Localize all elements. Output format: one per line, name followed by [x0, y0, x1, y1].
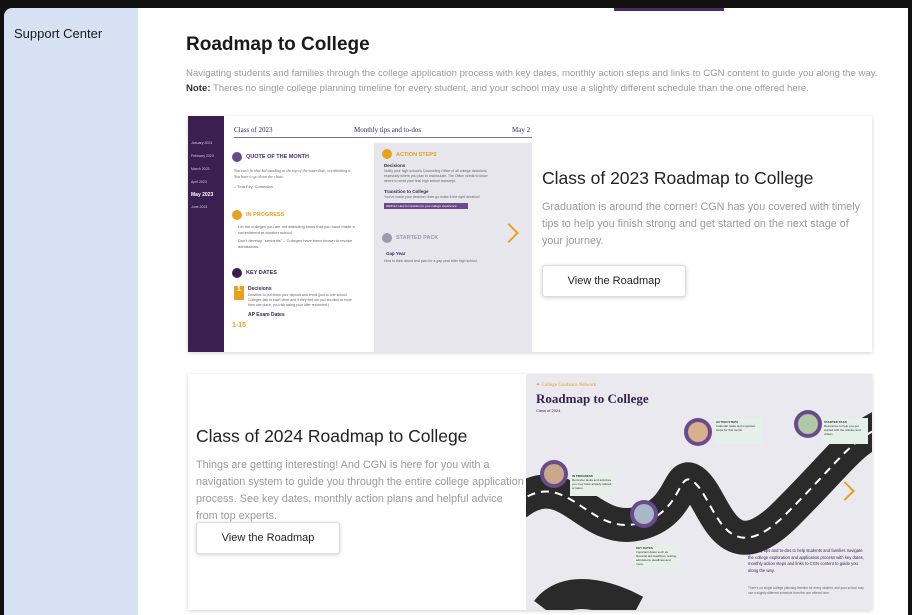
thumb-month: March 2023 — [191, 167, 210, 171]
pin-card-progress: IN PROGRESS Reminder tasks and activities… — [570, 472, 616, 496]
page-title: Roadmap to College — [186, 34, 370, 55]
thumb-header-right: May 2 — [512, 126, 531, 134]
pin-text: Reminder tasks and activities you may ha… — [572, 478, 612, 490]
thumb-keydates-head: KEY DATES — [246, 270, 277, 276]
roadmap-card-2024: Class of 2024 Roadmap to College Things … — [188, 374, 872, 610]
pin-card-starter: STARTER PACK Resources to help you get st… — [822, 418, 868, 444]
card-desc-2024: Things are getting interesting! And CGN … — [196, 459, 524, 522]
thumb-action2-text: You've made your decision, then go make … — [384, 195, 480, 199]
app-window: Support Center Roadmap to College Naviga… — [0, 0, 912, 615]
pin-card-action: ACTION STEPS Calendar tasks and important… — [714, 418, 762, 444]
starter-pack-icon — [382, 233, 392, 243]
roadmap-card-2023: January 2023 February 2023 March 2023 Ap… — [188, 116, 872, 352]
thumb-starter-head: STARTED PACK — [396, 235, 439, 241]
note-label: Note: — [186, 83, 211, 94]
keydates-icon — [232, 268, 242, 278]
thumb-progress-head: IN PROGRESS — [246, 212, 285, 218]
roadmap-2024-thumbnail[interactable]: ✦ College Guidance Network Roadmap to Co… — [526, 374, 872, 610]
thumb-quote-head: QUOTE OF THE MONTH — [246, 154, 309, 160]
thumb-starter-text: How to think about and plan for a gap ye… — [384, 259, 478, 263]
thumb-action2-title: Transition to College — [384, 189, 429, 194]
roadmap-2023-thumbnail[interactable]: January 2023 February 2023 March 2023 Ap… — [188, 116, 532, 352]
thumbnail-action-column: ACTION STEPS Decisions Notify your high … — [374, 143, 532, 352]
card-title-2024: Class of 2024 Roadmap to College — [196, 426, 468, 446]
note-text: Theres no single college planning timeli… — [213, 83, 809, 94]
thumb-caption-small: There's no single college planning timel… — [748, 586, 864, 595]
intro-text: Navigating students and families through… — [186, 66, 906, 96]
intro-line: Navigating students and families through… — [186, 68, 878, 79]
thumb-action1-title: Decisions — [384, 163, 406, 168]
pin-text: Calendar tasks and important steps for t… — [716, 424, 756, 432]
pin-text: Important dates such as financial aid de… — [636, 550, 677, 566]
thumb-action1-text: Notify your high school's Counseling Off… — [384, 169, 488, 183]
thumb-header-left: Class of 2023 — [234, 126, 273, 134]
pin-card-keydates: KEY DATES Important dates such as financi… — [634, 544, 680, 568]
thumb-month: January 2023 — [191, 141, 213, 145]
sidebar: Support Center — [4, 8, 138, 615]
card-title-2023: Class of 2023 Roadmap to College — [542, 168, 814, 188]
thumb-quote-author: – Tina Fey, Comedian — [234, 184, 273, 189]
thumb-action-head: ACTION STEPS — [396, 152, 437, 158]
thumb-month: February 2023 — [191, 154, 214, 158]
progress-icon — [232, 210, 242, 220]
thumb-date1-num: 1 — [234, 286, 244, 300]
thumb-action2-link: WATCH: How to transition to your college… — [384, 203, 468, 209]
active-nav-indicator — [614, 8, 724, 11]
pin-text: Resources to help you get started with t… — [824, 424, 861, 436]
view-roadmap-2024-button[interactable]: View the Roadmap — [196, 522, 340, 554]
thumb-progress-item: Don't develop "senioritis" – Colleges ha… — [238, 238, 353, 249]
thumb-date2-num: 1-15 — [232, 322, 247, 329]
thumb-header-mid: Monthly tips and to-dos — [354, 126, 422, 134]
thumb-starter-title: Gap Year — [386, 251, 406, 256]
thumb-month-active: May 2023 — [191, 192, 214, 198]
thumb-progress-item: Let the colleges you are not attending k… — [238, 224, 355, 235]
main-content: Roadmap to College Navigating students a… — [138, 8, 908, 615]
thumb-date1-text: Deadline to put down your deposit and en… — [248, 293, 352, 307]
card-desc-2023: Graduation is around the corner! CGN has… — [542, 201, 861, 247]
thumbnail-header: Class of 2023 Monthly tips and to-dos Ma… — [234, 124, 532, 138]
quote-icon — [232, 152, 242, 162]
thumb-month: June 2023 — [191, 205, 208, 209]
thumb-date1-title: Decisions — [248, 286, 272, 292]
thumb-month: April 2023 — [191, 180, 207, 184]
view-roadmap-2023-button[interactable]: View the Roadmap — [542, 265, 686, 297]
action-steps-icon — [382, 149, 392, 159]
sidebar-item-support-center[interactable]: Support Center — [14, 26, 102, 41]
thumb-date2-title: AP Exam Dates — [248, 312, 285, 318]
thumb-quote-text: You can't be that kid standing at the to… — [234, 168, 352, 179]
thumb-caption: Monthly tips and to-dos to help students… — [748, 548, 864, 573]
thumbnail-month-sidebar: January 2023 February 2023 March 2023 Ap… — [188, 116, 224, 352]
